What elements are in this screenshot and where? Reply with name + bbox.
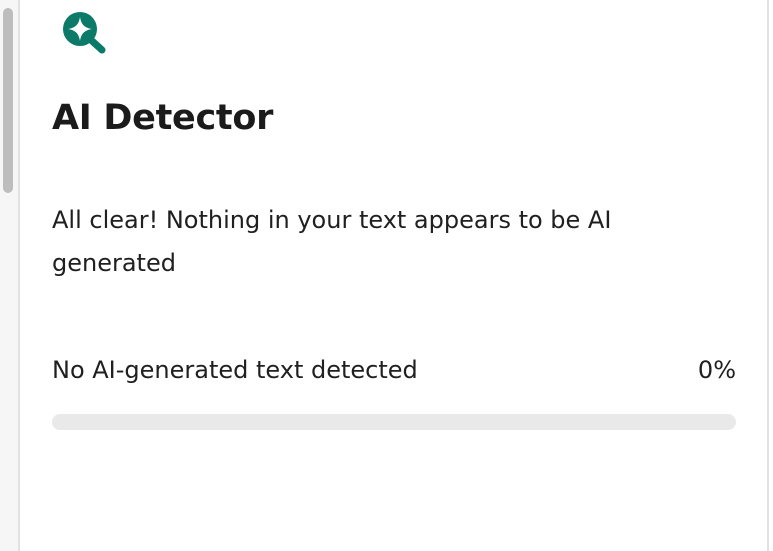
result-row: No AI-generated text detected 0% — [52, 350, 736, 390]
result-description: All clear! Nothing in your text appears … — [52, 206, 612, 277]
result-label: No AI-generated text detected — [52, 356, 418, 384]
ai-search-icon — [63, 12, 106, 54]
scrollbar-thumb[interactable] — [3, 8, 13, 193]
ai-detector-page: AI Detector All clear! Nothing in your t… — [0, 0, 773, 551]
ai-detector-panel: AI Detector All clear! Nothing in your t… — [20, 0, 767, 551]
scrollbar-track[interactable] — [0, 0, 18, 551]
ai-score-progress-bar — [52, 414, 736, 430]
result-percentage: 0% — [697, 356, 736, 384]
panel-border-right — [767, 0, 769, 551]
panel-title: AI Detector — [52, 98, 274, 138]
